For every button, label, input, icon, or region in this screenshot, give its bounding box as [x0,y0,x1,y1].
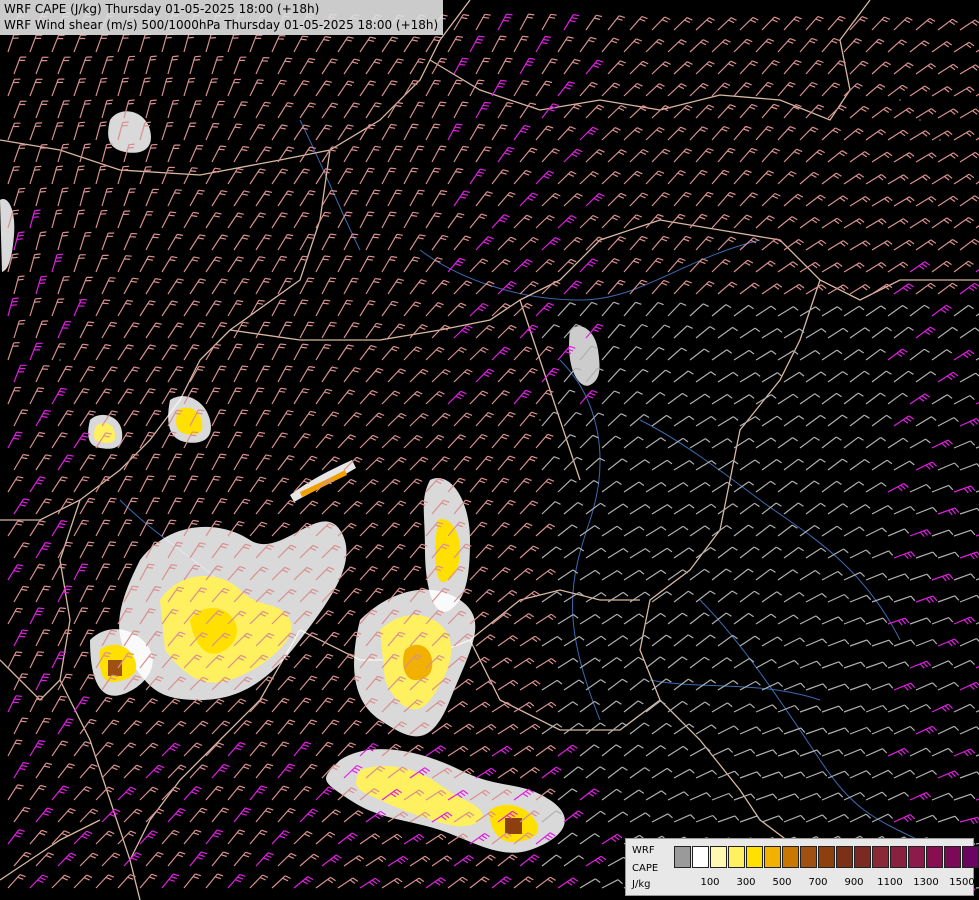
wind-shear-title: WRF Wind shear (m/s) 500/1000hPa Thursda… [4,18,439,32]
map-canvas [0,0,979,900]
legend-swatch [728,846,745,868]
legend-swatch [692,846,709,868]
legend-unit-label: J/kg [632,879,651,890]
legend-swatch [944,846,961,868]
legend-swatch [872,846,889,868]
legend-swatch [818,846,835,868]
cape-title: WRF CAPE (J/kg) Thursday 01-05-2025 18:0… [4,2,320,16]
legend-model-label: WRF [632,845,655,856]
legend-swatch [854,846,871,868]
legend-swatch [926,846,943,868]
legend-swatch [710,846,727,868]
legend-swatch [764,846,781,868]
legend-tick-label: 1100 [877,877,903,888]
cape-legend: WRF CAPE J/kg 100 300 500 700 900 1100 1300 150… [625,838,979,896]
legend-tick-label: 100 [700,877,720,888]
legend-tick-label: 1500 [949,877,975,888]
legend-tick-label: 700 [808,877,828,888]
legend-variable-label: CAPE [632,863,659,874]
legend-tick-label: 1300 [913,877,939,888]
legend-swatch [962,846,979,868]
legend-swatch [746,846,763,868]
legend-swatch [836,846,853,868]
legend-swatch [908,846,925,868]
legend-swatch-below [674,846,691,868]
legend-tick-label: 300 [736,877,756,888]
legend-tick-label: 500 [772,877,792,888]
legend-swatch [782,846,799,868]
legend-tick-label: 900 [844,877,864,888]
legend-swatch [890,846,907,868]
legend-swatch [800,846,817,868]
map-title-box: WRF CAPE (J/kg) Thursday 01-05-2025 18:0… [0,0,444,35]
